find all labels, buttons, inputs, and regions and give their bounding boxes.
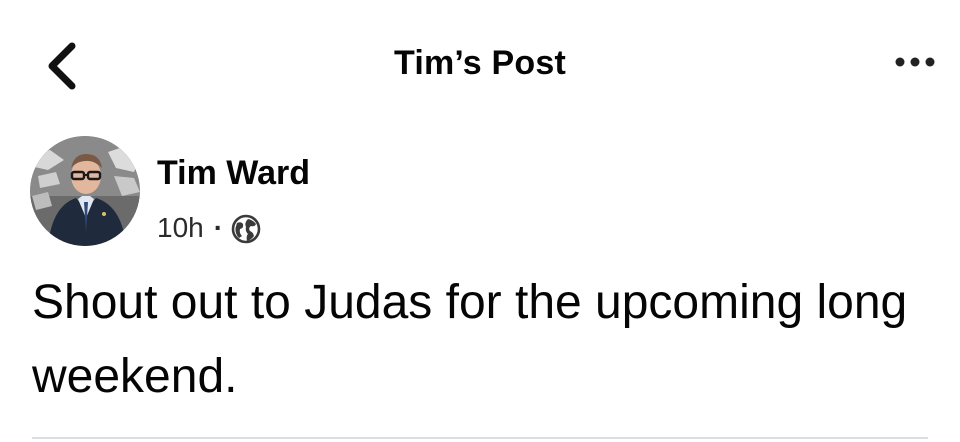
- more-options-button[interactable]: [890, 50, 950, 74]
- post-author-row: Tim Ward 10h ·: [30, 136, 910, 246]
- author-name[interactable]: Tim Ward: [157, 154, 310, 193]
- post-header: Tim’s Post: [0, 0, 960, 130]
- more-horizontal-icon[interactable]: [890, 50, 950, 74]
- divider: [32, 437, 928, 439]
- page-title: Tim’s Post: [393, 44, 567, 82]
- meta-separator: ·: [213, 212, 224, 243]
- globe-icon[interactable]: [231, 214, 261, 244]
- post-meta: 10h ·: [157, 208, 261, 248]
- post-timestamp[interactable]: 10h: [157, 212, 204, 244]
- avatar[interactable]: [30, 136, 140, 246]
- post-text: Shout out to Judas for the upcoming long…: [32, 276, 908, 403]
